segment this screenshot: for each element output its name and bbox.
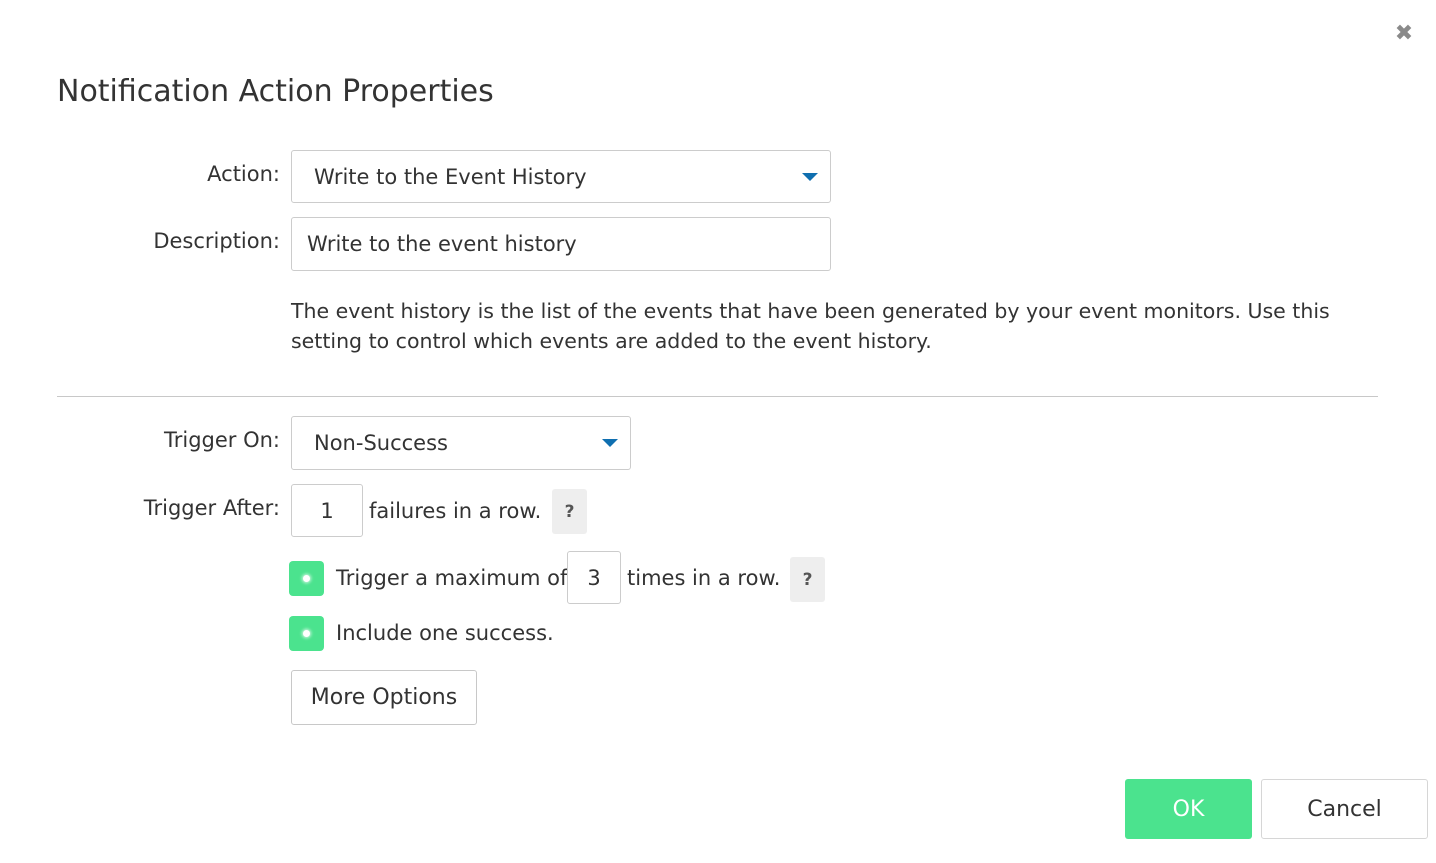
help-text: The event history is the list of the eve… bbox=[291, 299, 1330, 353]
description-label: Description: bbox=[153, 229, 280, 253]
action-label: Action: bbox=[207, 162, 280, 186]
action-select-value: Write to the Event History bbox=[314, 164, 587, 189]
action-select[interactable]: Write to the Event History bbox=[291, 150, 831, 203]
trigger-after-help-button[interactable]: ? bbox=[552, 489, 587, 534]
divider bbox=[57, 396, 1378, 397]
trigger-after-suffix: failures in a row. bbox=[369, 499, 542, 523]
max-trigger-prefix: Trigger a maximum of bbox=[336, 566, 568, 590]
more-options-button[interactable]: More Options bbox=[291, 670, 477, 725]
close-icon[interactable]: ✖ bbox=[1392, 22, 1416, 46]
cancel-button[interactable]: Cancel bbox=[1261, 779, 1428, 839]
trigger-after-label: Trigger After: bbox=[143, 496, 280, 520]
max-trigger-suffix: times in a row. bbox=[627, 566, 781, 590]
trigger-on-label: Trigger On: bbox=[163, 428, 280, 452]
include-success-toggle[interactable] bbox=[289, 616, 324, 651]
description-field-value: Write to the event history bbox=[307, 232, 577, 256]
dialog-title: Notification Action Properties bbox=[57, 74, 494, 109]
max-trigger-toggle[interactable] bbox=[289, 561, 324, 596]
toggle-dot-icon bbox=[303, 630, 310, 637]
toggle-dot-icon bbox=[303, 575, 310, 582]
trigger-on-select-value: Non-Success bbox=[314, 431, 448, 455]
ok-button[interactable]: OK bbox=[1125, 779, 1252, 839]
trigger-on-select[interactable]: Non-Success bbox=[291, 416, 631, 470]
max-trigger-input[interactable]: 3 bbox=[567, 551, 621, 604]
include-success-label: Include one success. bbox=[336, 621, 554, 645]
description-field[interactable]: Write to the event history bbox=[291, 217, 831, 271]
chevron-down-icon bbox=[602, 439, 618, 447]
chevron-down-icon bbox=[802, 172, 818, 181]
max-trigger-help-button[interactable]: ? bbox=[790, 557, 825, 602]
trigger-after-input[interactable]: 1 bbox=[291, 484, 363, 537]
